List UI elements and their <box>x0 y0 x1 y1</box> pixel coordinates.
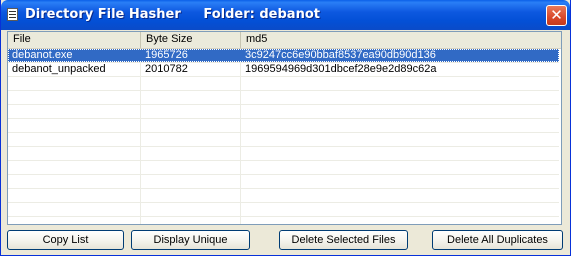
window-title: Directory File Hasher Folder: debanot <box>25 7 320 22</box>
cell-byte-size: 2010782 <box>145 63 188 75</box>
close-button[interactable]: ✕ <box>546 5 567 26</box>
column-header-file[interactable]: File <box>8 32 141 48</box>
delete-selected-files-button[interactable]: Delete Selected Files <box>279 230 408 250</box>
cell-file: debanot_unpacked <box>12 63 106 75</box>
column-header-md5[interactable]: md5 <box>241 32 561 48</box>
app-window: Directory File Hasher Folder: debanot ✕ … <box>0 0 571 256</box>
empty-row <box>8 189 559 203</box>
app-document-icon <box>7 8 18 21</box>
cell-md5: 1969594969d301dbcef28e9e2d89c62a <box>245 63 437 75</box>
empty-row <box>8 105 559 119</box>
empty-row <box>8 133 559 147</box>
copy-list-button[interactable]: Copy List <box>7 230 124 250</box>
empty-row <box>8 217 559 224</box>
list-rows: debanot.exe 1965726 3c9247cc6e90bbaf8537… <box>8 49 561 224</box>
empty-row <box>8 91 559 105</box>
empty-row <box>8 119 559 133</box>
display-unique-button[interactable]: Display Unique <box>131 230 250 250</box>
empty-row <box>8 175 559 189</box>
delete-all-duplicates-button[interactable]: Delete All Duplicates <box>432 230 563 250</box>
empty-row <box>8 77 559 91</box>
table-row[interactable]: debanot.exe 1965726 3c9247cc6e90bbaf8537… <box>8 49 559 63</box>
title-bar[interactable]: Directory File Hasher Folder: debanot ✕ <box>1 0 570 30</box>
empty-row <box>8 147 559 161</box>
table-row[interactable]: debanot_unpacked 2010782 1969594969d301d… <box>8 63 559 77</box>
list-header: File Byte Size md5 <box>8 32 561 49</box>
column-header-byte-size[interactable]: Byte Size <box>141 32 241 48</box>
file-list[interactable]: File Byte Size md5 debanot.exe 1965726 3… <box>7 31 562 225</box>
close-icon: ✕ <box>550 6 563 24</box>
focus-rectangle <box>8 49 559 62</box>
empty-row <box>8 161 559 175</box>
empty-row <box>8 203 559 217</box>
